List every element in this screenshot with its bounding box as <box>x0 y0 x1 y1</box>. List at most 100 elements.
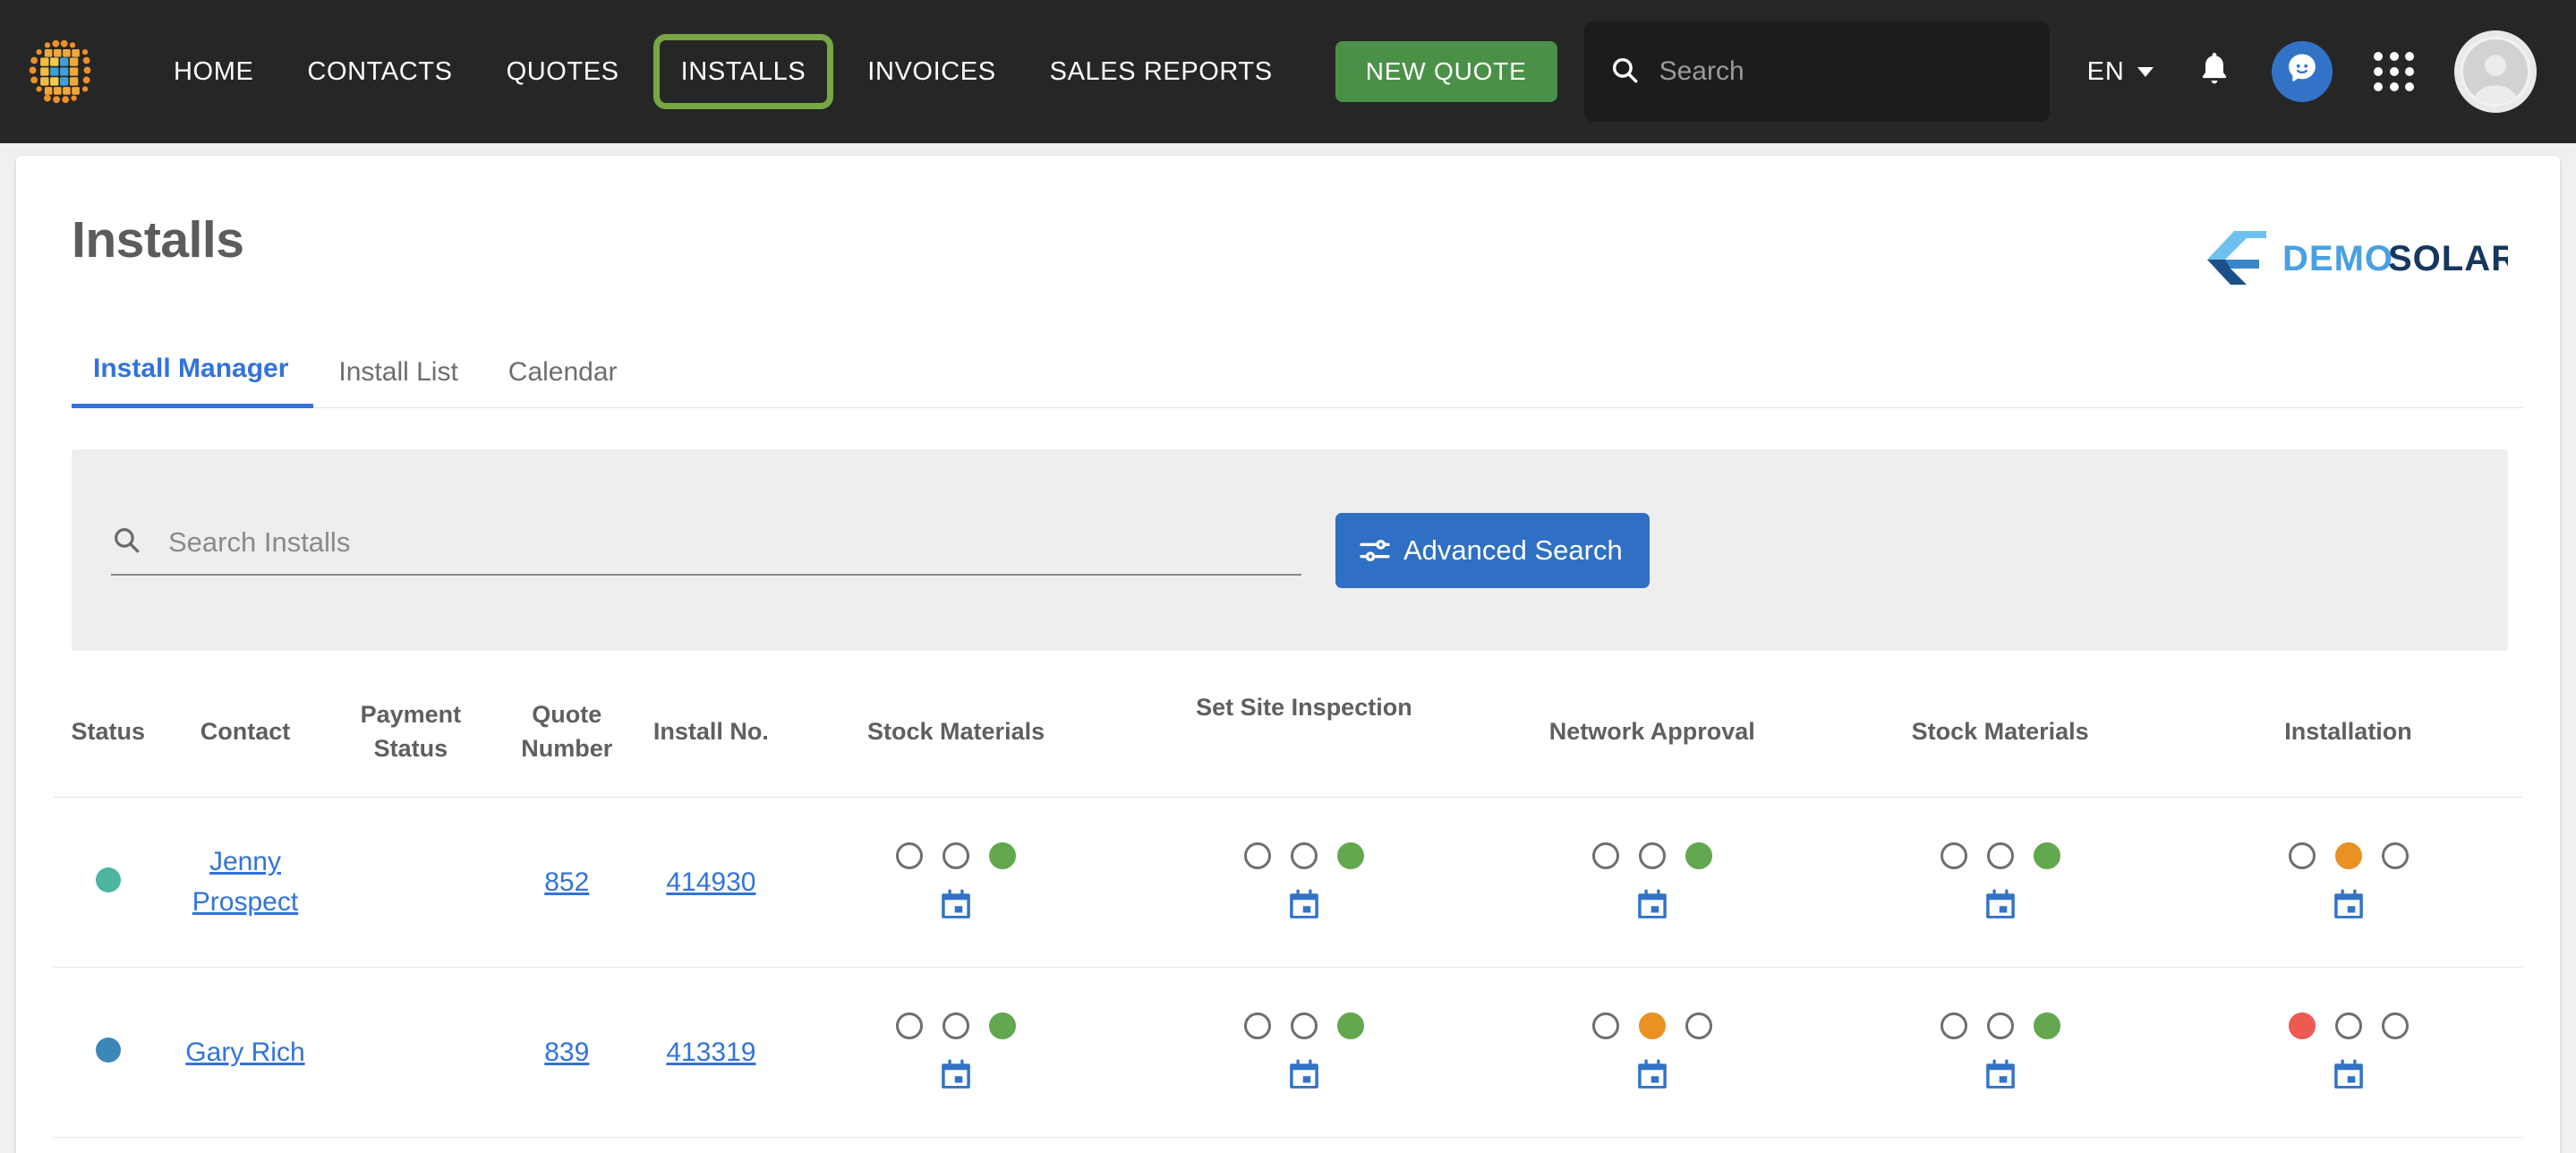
stage-dot-green[interactable] <box>2033 842 2060 870</box>
calendar-icon[interactable] <box>1635 887 1669 921</box>
support-chat-button[interactable] <box>2271 41 2333 102</box>
top-navbar: HOME CONTACTS QUOTES INSTALLS INVOICES S… <box>0 0 2576 143</box>
cell-stage <box>1130 967 1479 1138</box>
stage-dot-empty[interactable] <box>1986 842 2014 870</box>
stage-dot-empty[interactable] <box>1638 842 1666 870</box>
cell-quote-number: 839 <box>493 967 641 1138</box>
global-search-input[interactable] <box>1659 56 2025 87</box>
col-header-stock-materials-2: Stock Materials <box>1826 654 2175 798</box>
apps-grid-icon[interactable] <box>2373 52 2415 91</box>
stage-dots <box>2288 842 2409 870</box>
apps-dot <box>2373 82 2383 91</box>
status-badge <box>95 1037 121 1063</box>
stage-dot-orange[interactable] <box>1638 1012 1666 1040</box>
nav-link-invoices[interactable]: INVOICES <box>840 0 1022 143</box>
language-label: EN <box>2086 56 2125 86</box>
cell-stage <box>1826 967 2175 1138</box>
contact-link[interactable]: Jenny Prospect <box>168 841 323 922</box>
installs-card: Installs DEMO SOLAR Install Manager Inst… <box>16 156 2560 1153</box>
stage-dot-empty[interactable] <box>1591 842 1619 870</box>
quote-number-link[interactable]: 852 <box>544 862 589 902</box>
stage-dot-empty[interactable] <box>896 842 924 870</box>
main-nav: HOME CONTACTS QUOTES INSTALLS INVOICES S… <box>147 0 1300 143</box>
search-installs-field[interactable] <box>111 525 1301 576</box>
stage-dot-empty[interactable] <box>896 1012 924 1040</box>
stage-dot-empty[interactable] <box>943 842 970 870</box>
stage-dot-empty[interactable] <box>1243 842 1271 870</box>
calendar-icon[interactable] <box>1287 887 1321 921</box>
stage-dot-empty[interactable] <box>2381 1012 2409 1040</box>
status-badge <box>95 867 121 893</box>
card-header: Installs DEMO SOLAR <box>54 156 2522 295</box>
stage-dots <box>1591 1012 1712 1040</box>
stage-dot-green[interactable] <box>1685 842 1712 870</box>
stage-dot-empty[interactable] <box>1685 1012 1712 1040</box>
stage-dot-empty[interactable] <box>1591 1012 1619 1040</box>
stage-dot-empty[interactable] <box>943 1012 970 1040</box>
apps-dot <box>2373 67 2383 76</box>
col-header-stock-materials-1: Stock Materials <box>781 654 1130 798</box>
calendar-icon[interactable] <box>1287 1057 1321 1091</box>
stage-dot-green[interactable] <box>1336 1012 1364 1040</box>
tab-install-manager[interactable]: Install Manager <box>72 354 314 408</box>
calendar-icon[interactable] <box>1983 1057 2017 1091</box>
stage-dot-empty[interactable] <box>2381 842 2409 870</box>
new-quote-button[interactable]: NEW QUOTE <box>1335 41 1557 102</box>
calendar-icon[interactable] <box>939 887 973 921</box>
stage-dot-green[interactable] <box>2033 1012 2060 1040</box>
calendar-icon[interactable] <box>2332 887 2366 921</box>
stage-dot-orange[interactable] <box>2334 842 2362 870</box>
stage-dot-empty[interactable] <box>1290 1012 1318 1040</box>
cell-stage <box>1478 967 1827 1138</box>
nav-link-installs[interactable]: INSTALLS <box>653 34 834 109</box>
stage-dots <box>1243 1012 1364 1040</box>
stage-dot-red[interactable] <box>2288 1012 2316 1040</box>
solar-array-logo-icon[interactable] <box>25 37 95 107</box>
nav-link-sales-reports[interactable]: SALES REPORTS <box>1023 0 1300 143</box>
global-search-box[interactable] <box>1583 21 2050 122</box>
advanced-search-button[interactable]: Advanced Search <box>1335 512 1650 588</box>
stage-dot-empty[interactable] <box>1940 842 1967 870</box>
col-header-payment-status: Payment Status <box>328 654 494 798</box>
stage-dots <box>1243 842 1364 870</box>
calendar-icon[interactable] <box>1983 887 2017 921</box>
avatar[interactable] <box>2453 30 2537 113</box>
install-no-link[interactable]: 414930 <box>666 862 755 902</box>
language-selector[interactable]: EN <box>2087 57 2154 87</box>
contact-link[interactable]: Gary Rich <box>185 1032 304 1072</box>
calendar-icon[interactable] <box>1635 1057 1669 1091</box>
cell-payment-status <box>328 797 494 968</box>
calendar-icon[interactable] <box>939 1057 973 1091</box>
stage-dot-empty[interactable] <box>1243 1012 1271 1040</box>
stage-dot-green[interactable] <box>989 1012 1017 1040</box>
stage-dot-empty[interactable] <box>2334 1012 2362 1040</box>
page-title: Installs <box>72 211 244 269</box>
nav-link-contacts[interactable]: CONTACTS <box>280 0 479 143</box>
notifications-button[interactable] <box>2196 50 2232 94</box>
cell-contact: Gary Rich <box>162 967 328 1138</box>
stage-dot-empty[interactable] <box>1940 1012 1967 1040</box>
search-installs-input[interactable] <box>168 525 1301 559</box>
search-icon <box>111 525 141 559</box>
tab-calendar[interactable]: Calendar <box>483 357 643 407</box>
stage-dot-green[interactable] <box>989 842 1017 870</box>
nav-link-quotes[interactable]: QUOTES <box>480 0 646 143</box>
cell-payment-status <box>328 967 494 1138</box>
cell-contact: Jenny Prospect <box>162 797 328 968</box>
stage-dot-green[interactable] <box>1336 842 1364 870</box>
col-header-network-approval: Network Approval <box>1478 654 1827 798</box>
nav-link-home[interactable]: HOME <box>147 0 280 143</box>
demosolar-logo-icon: DEMO SOLAR <box>2204 227 2517 295</box>
user-avatar-icon <box>2460 37 2530 107</box>
stage-dot-empty[interactable] <box>1290 842 1318 870</box>
install-no-link[interactable]: 413319 <box>666 1032 755 1072</box>
tab-install-list[interactable]: Install List <box>313 357 482 407</box>
calendar-icon[interactable] <box>2332 1057 2366 1091</box>
cell-install-no: 413319 <box>640 967 782 1138</box>
stage-dot-empty[interactable] <box>2288 842 2316 870</box>
quote-number-link[interactable]: 839 <box>544 1032 589 1072</box>
stage-dot-empty[interactable] <box>1986 1012 2014 1040</box>
col-header-set-site-inspection: Set Site Inspection <box>1130 654 1479 798</box>
col-header-status: Status <box>54 654 163 798</box>
advanced-search-label: Advanced Search <box>1403 534 1623 566</box>
